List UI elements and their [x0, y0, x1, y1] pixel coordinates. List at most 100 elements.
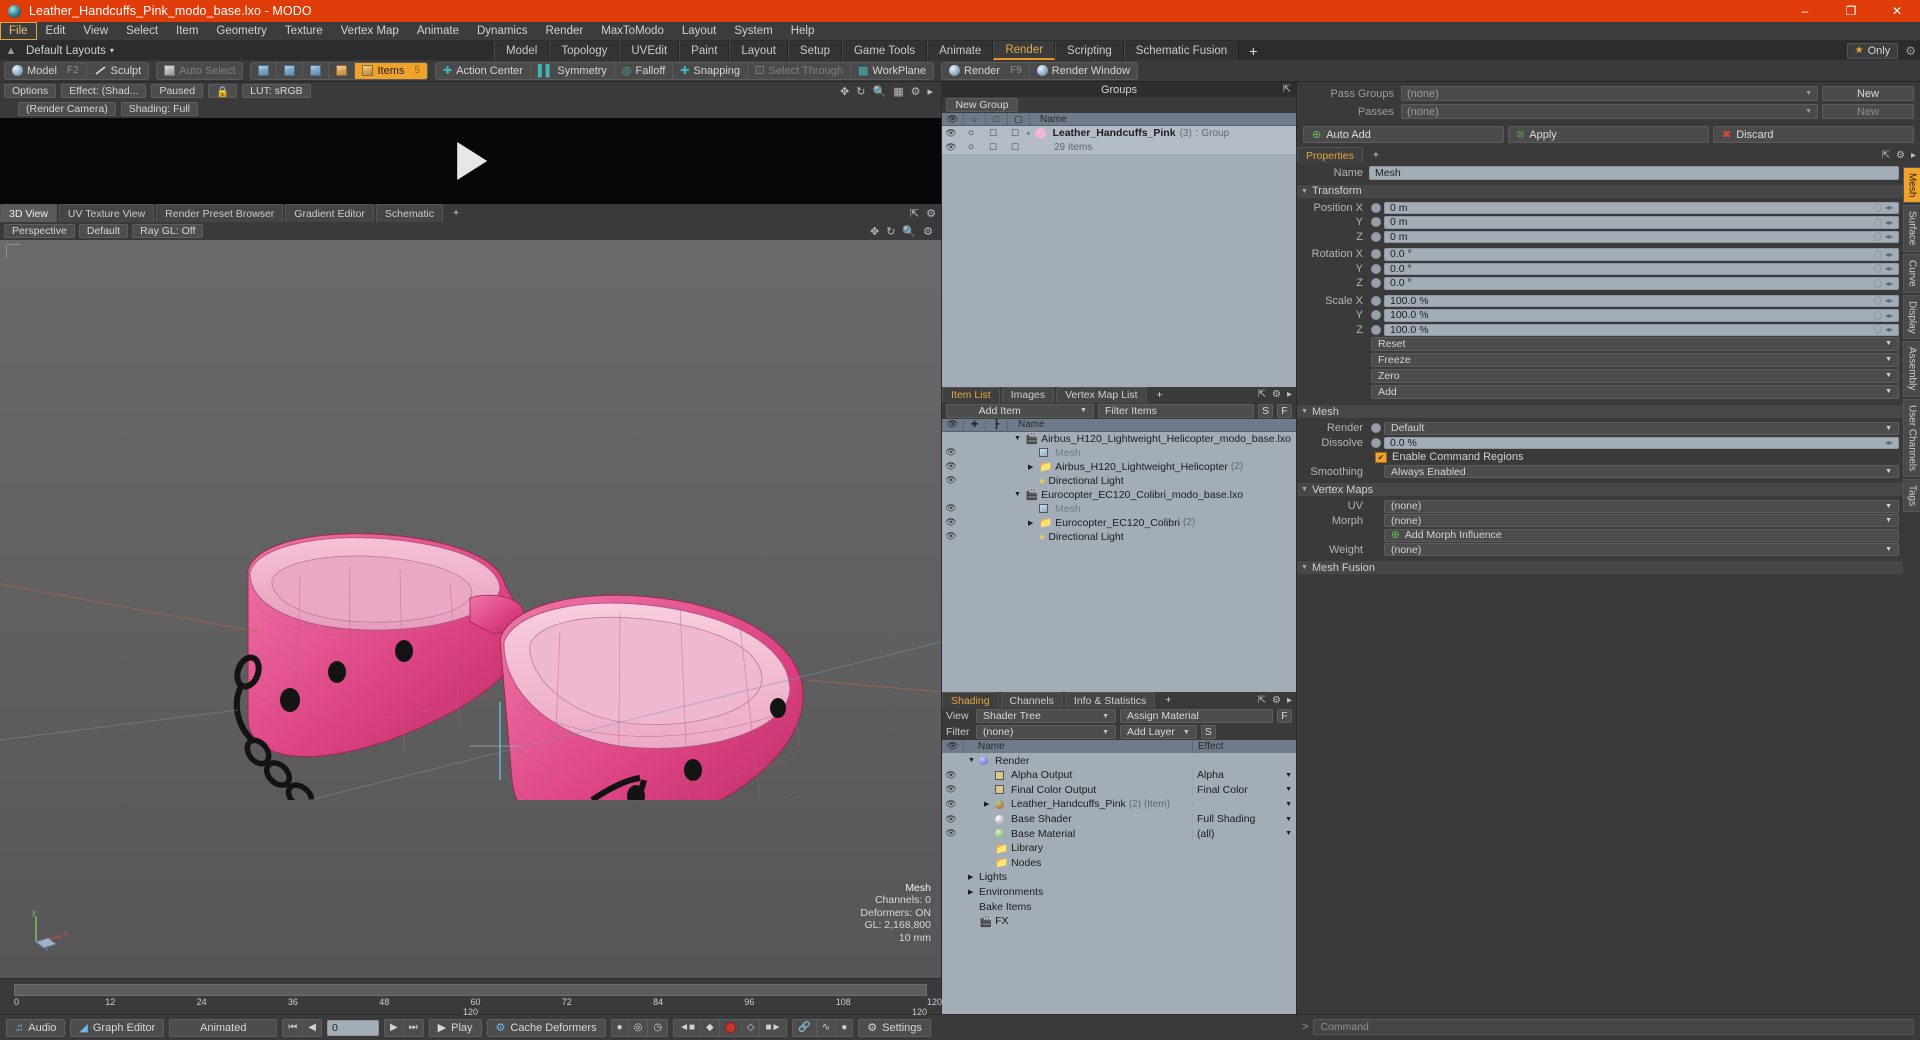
menu-item-item[interactable]: Item: [167, 22, 207, 40]
transform-knob-icon[interactable]: [1369, 324, 1382, 335]
material-mode-button[interactable]: [329, 62, 356, 79]
menu-item-animate[interactable]: Animate: [408, 22, 468, 40]
chevron-down-icon[interactable]: ▼: [1885, 425, 1892, 432]
graph-editor-button[interactable]: ◢ Graph Editor: [70, 1018, 165, 1037]
chevron-down-icon[interactable]: ▼: [1094, 729, 1109, 736]
shading-tree-row[interactable]: 👁 Final Color Output Final Color ▼: [942, 783, 1296, 798]
shading-filter-dropdown[interactable]: (none) ▼: [976, 725, 1116, 740]
expand-icon[interactable]: ⇱: [1283, 84, 1291, 95]
transform-stepper[interactable]: ◂▸: [1873, 325, 1893, 335]
chevron-right-icon[interactable]: ▸: [1287, 695, 1292, 706]
chevron-down-icon[interactable]: ▼: [1885, 356, 1892, 363]
viewport-tab-render-preset-browser[interactable]: Render Preset Browser: [156, 204, 284, 222]
menu-item-geometry[interactable]: Geometry: [207, 22, 276, 40]
expand-triangle-icon[interactable]: ▶: [984, 800, 992, 808]
chevron-down-icon[interactable]: ▼: [1885, 372, 1892, 379]
chevron-down-icon[interactable]: ▼: [1885, 340, 1892, 347]
animated-button[interactable]: Animated: [169, 1018, 278, 1037]
transform-stepper[interactable]: ◂▸: [1873, 203, 1893, 213]
transform-knob-icon[interactable]: [1369, 249, 1382, 260]
perspective-button[interactable]: Perspective: [4, 224, 75, 238]
chevron-down-icon[interactable]: ▼: [1805, 90, 1812, 97]
row-eye-icon[interactable]: 👁: [942, 128, 960, 139]
expand-triangle-icon[interactable]: ▼: [1014, 491, 1022, 498]
layout-tab-game-tools[interactable]: Game Tools: [841, 41, 928, 60]
side-tab-display[interactable]: Display: [1903, 294, 1920, 340]
transform-dropdown-add[interactable]: Add ▼: [1371, 385, 1899, 399]
zoom-icon[interactable]: 🔍: [872, 85, 886, 98]
morph-dropdown[interactable]: (none) ▼: [1384, 514, 1899, 528]
filter-f-button[interactable]: F: [1277, 403, 1292, 418]
cache-deformers-button[interactable]: ⚙ Cache Deformers: [486, 1018, 606, 1037]
filter-s-button[interactable]: S: [1258, 403, 1273, 418]
subrow-select-icon[interactable]: □: [982, 141, 1004, 153]
tab-add[interactable]: +: [1157, 692, 1179, 708]
chevron-down-icon[interactable]: ▼: [1885, 546, 1892, 553]
preview-effect-button[interactable]: Effect: (Shad...: [61, 84, 147, 98]
vertex-maps-section-header[interactable]: ▼ Vertex Maps: [1297, 483, 1903, 496]
shading-tree-row[interactable]: 👁 Base Shader Full Shading ▼: [942, 812, 1296, 827]
gear-icon[interactable]: ⚙: [1272, 695, 1281, 706]
layout-tab-layout[interactable]: Layout: [729, 41, 788, 60]
shading-tree-row[interactable]: ▶ Lights: [942, 870, 1296, 885]
menu-item-edit[interactable]: Edit: [37, 22, 75, 40]
expand-triangle-icon[interactable]: ▼: [1014, 435, 1022, 442]
chevron-down-icon[interactable]: ▼: [1885, 388, 1892, 395]
transform-stepper[interactable]: ◂▸: [1873, 296, 1893, 306]
new-group-button[interactable]: New Group: [946, 98, 1018, 112]
transform-value-field[interactable]: 0.0 ° ◂▸: [1384, 277, 1899, 290]
transform-dropdown-freeze[interactable]: Freeze ▼: [1371, 353, 1899, 367]
item-list-row[interactable]: 👁 Mesh: [942, 446, 1296, 460]
shading-row-effect[interactable]: (all) ▼: [1192, 827, 1296, 840]
select-through-button[interactable]: ⚀ Select Through: [748, 62, 851, 79]
transform-stepper[interactable]: ◂▸: [1873, 264, 1893, 274]
passes-new-button[interactable]: New: [1822, 104, 1914, 119]
side-tab-assembly[interactable]: Assembly: [1903, 341, 1920, 397]
tab-channels[interactable]: Channels: [1000, 692, 1063, 709]
menu-item-layout[interactable]: Layout: [673, 22, 726, 40]
shader-tree-dropdown[interactable]: Shader Tree ▼: [976, 709, 1116, 724]
transform-value-field[interactable]: 0 m ◂▸: [1384, 230, 1899, 243]
curve-icon[interactable]: ∿: [817, 1019, 837, 1036]
default-layouts-label[interactable]: Default Layouts: [26, 45, 106, 57]
move-icon[interactable]: ✥: [870, 225, 879, 238]
key-del-icon[interactable]: ◇: [742, 1019, 761, 1036]
transform-value-field[interactable]: 0 m ◂▸: [1384, 216, 1899, 229]
layout-tab-setup[interactable]: Setup: [787, 41, 842, 60]
expand-triangle-icon[interactable]: ▶: [968, 888, 976, 896]
row-eye-icon[interactable]: 👁: [942, 770, 960, 781]
expand-icon[interactable]: ⇱: [1258, 389, 1266, 400]
preview-lut-button[interactable]: LUT: sRGB: [242, 84, 311, 98]
item-list-row[interactable]: ▼ 🎬 Airbus_H120_Lightweight_Helicopter_mod…: [942, 432, 1296, 446]
chevron-down-icon[interactable]: ▼: [1285, 830, 1296, 837]
item-list-row[interactable]: 👁 ● Directional Light: [942, 474, 1296, 488]
workplane-button[interactable]: ▦ WorkPlane: [851, 63, 933, 79]
render-knob-icon[interactable]: [1369, 423, 1382, 434]
shading-tree-row[interactable]: 👁 Alpha Output Alpha ▼: [942, 768, 1296, 783]
chevron-down-icon[interactable]: ▼: [1175, 729, 1190, 736]
tab-properties[interactable]: Properties: [1297, 147, 1363, 163]
menu-item-dynamics[interactable]: Dynamics: [468, 22, 536, 40]
assign-material-button[interactable]: Assign Material: [1120, 709, 1273, 724]
subrow-lock-icon[interactable]: ○: [960, 141, 982, 153]
viewport-tab-uv-texture-view[interactable]: UV Texture View: [58, 204, 155, 222]
item-list-row[interactable]: 👁 ● Directional Light: [942, 530, 1296, 544]
transform-value-field[interactable]: 100.0 % ◂▸: [1384, 309, 1899, 322]
expand-icon[interactable]: ⇱: [1258, 695, 1266, 706]
row-eye-icon[interactable]: 👁: [942, 828, 960, 839]
transform-knob-icon[interactable]: [1369, 278, 1382, 289]
transform-value-field[interactable]: 100.0 % ◂▸: [1384, 323, 1899, 336]
viewport-tab-gradient-editor[interactable]: Gradient Editor: [285, 204, 374, 222]
preview-pane[interactable]: [0, 118, 941, 204]
row-eye-icon[interactable]: 👁: [942, 447, 960, 458]
transform-stepper[interactable]: ◂▸: [1873, 249, 1893, 259]
sculpt-mode-button[interactable]: Sculpt: [87, 63, 149, 79]
polygon-mode-button[interactable]: [303, 62, 330, 79]
item-list-row[interactable]: 👁 ▶ 📁 Airbus_H120_Lightweight_Helicopter (2): [942, 460, 1296, 474]
transform-stepper[interactable]: ◂▸: [1873, 217, 1893, 227]
filter-items-input[interactable]: Filter Items: [1098, 403, 1254, 418]
items-mode-button[interactable]: Items 5: [355, 62, 427, 79]
chevron-down-icon[interactable]: ▾: [110, 46, 114, 55]
edge-mode-button[interactable]: [277, 62, 304, 79]
tab-info-statistics[interactable]: Info & Statistics: [1064, 692, 1156, 709]
